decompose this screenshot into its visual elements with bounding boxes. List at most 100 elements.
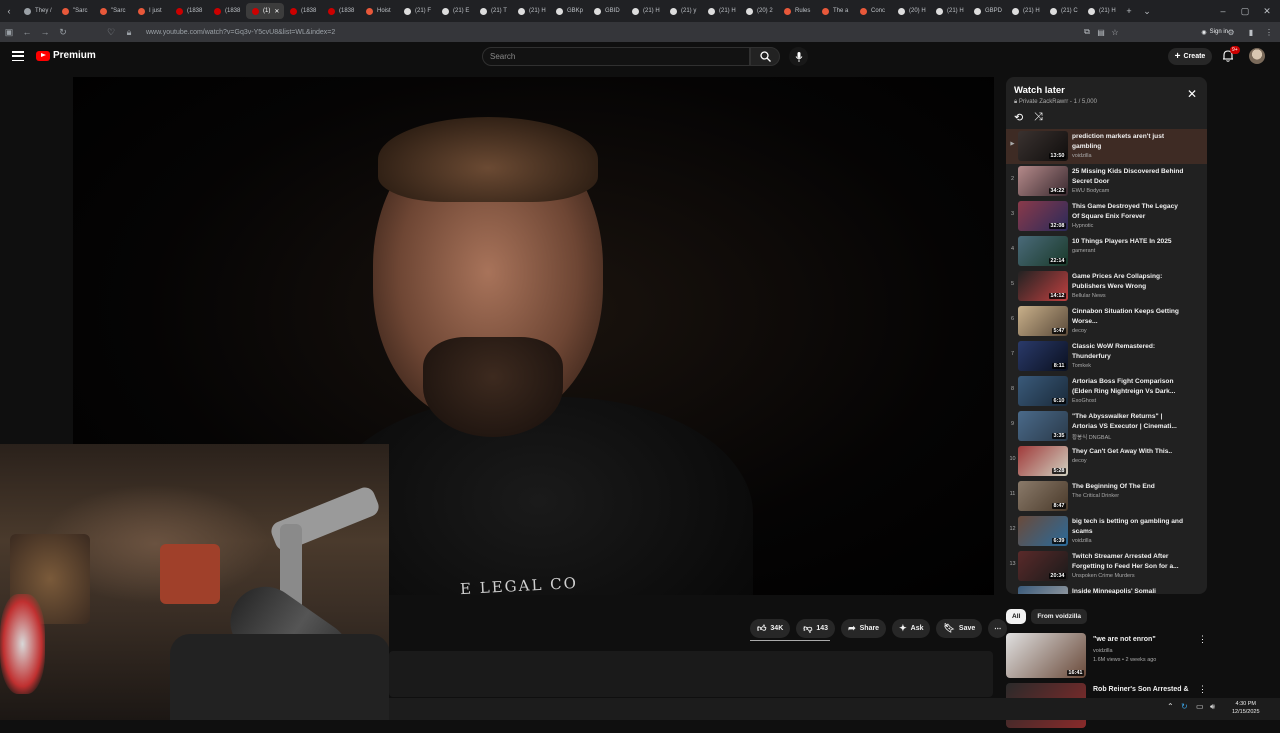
more-vertical-icon[interactable]: ⋮ — [1198, 684, 1207, 695]
browser-tab[interactable]: (21) H — [1082, 3, 1120, 19]
close-playlist-icon[interactable]: ✕ — [1187, 88, 1197, 100]
shuffle-icon[interactable]: ⤨ — [1034, 111, 1043, 124]
playlist-item[interactable]: 7 8:11 Classic WoW Remastered: Thunderfury… — [1006, 339, 1207, 374]
description-box[interactable] — [389, 651, 993, 697]
browser-tab[interactable]: (21) H — [930, 3, 968, 19]
browser-tab[interactable]: They / — [18, 3, 56, 19]
playlist-item[interactable]: 10 5:28 They Can't Get Away With This.. dec… — [1006, 444, 1207, 479]
browser-tab[interactable]: (1838 — [170, 3, 208, 19]
recommendation-item[interactable]: 16:41 "we are not enron" voidzilla 1.6M vie… — [1006, 633, 1214, 683]
ask-button[interactable]: ✦ Ask — [892, 619, 931, 638]
extension-badge-icon[interactable]: ▮ — [1244, 22, 1258, 42]
network-icon[interactable]: ▭ — [1196, 702, 1204, 711]
browser-tab[interactable]: "Sarc — [56, 3, 94, 19]
filter-chip[interactable]: From voidzilla — [1031, 609, 1088, 624]
hamburger-menu-icon[interactable] — [12, 51, 24, 61]
close-window-icon[interactable]: ✕ — [1256, 0, 1278, 22]
playlist-item[interactable]: 11 8:47 The Beginning Of The End The Critic… — [1006, 479, 1207, 514]
browser-tab[interactable]: (21) H — [626, 3, 664, 19]
browser-tab[interactable]: (21) H — [1006, 3, 1044, 19]
browser-tab[interactable]: (1838 — [322, 3, 360, 19]
maximize-icon[interactable]: ▢ — [1234, 0, 1256, 22]
dislike-button[interactable]: 👎︎ 143 — [796, 619, 836, 638]
playlist-item[interactable]: 8 6:10 Artorias Boss Fight Comparison (Eld… — [1006, 374, 1207, 409]
webcam-poster — [160, 544, 220, 604]
share-button[interactable]: ➦ Share — [841, 619, 887, 638]
system-clock[interactable]: 4:30 PM 12/15/2025 — [1232, 700, 1260, 716]
browser-tab[interactable]: (20) H — [892, 3, 930, 19]
browser-tab[interactable]: (21) C — [1044, 3, 1082, 19]
video-actions: 👍︎ 34K 👎︎ 143 ➦ Share ✦ Ask 🔖︎ Save ⋯ — [750, 619, 1008, 638]
browser-tab[interactable]: (21) E — [436, 3, 474, 19]
tab-favicon-icon — [176, 7, 183, 15]
like-button[interactable]: 👍︎ 34K — [750, 619, 791, 638]
browser-tab[interactable]: (21) T — [474, 3, 512, 19]
translate-icon[interactable]: ⧉ — [1080, 22, 1094, 42]
more-actions-button[interactable]: ⋯ — [988, 619, 1008, 638]
playlist-item[interactable]: 13 20:34 Twitch Streamer Arrested After Fo… — [1006, 549, 1207, 584]
playlist-item[interactable]: 4 22:14 10 Things Players HATE In 2025 game… — [1006, 234, 1207, 269]
tab-label: Hoist — [377, 8, 391, 14]
tab-list-icon[interactable]: ‹ — [0, 6, 18, 16]
playlist-item-thumbnail: 6:39 — [1018, 516, 1068, 546]
playlist-item[interactable]: ▶ 13:50 prediction markets aren't just gam… — [1006, 129, 1207, 164]
playlist-item[interactable]: 5 14:12 Game Prices Are Collapsing: Publis… — [1006, 269, 1207, 304]
playlist-item[interactable]: 3 32:08 This Game Destroyed The Legacy Of … — [1006, 199, 1207, 234]
tray-app-icon[interactable]: ↻ — [1181, 702, 1188, 711]
bookmark-star-icon[interactable]: ☆ — [1108, 22, 1122, 42]
back-icon[interactable]: ← — [18, 27, 36, 37]
more-vertical-icon[interactable]: ⋮ — [1198, 634, 1207, 645]
minimize-icon[interactable]: – — [1212, 0, 1234, 22]
browser-tab[interactable]: The a — [816, 3, 854, 19]
browser-tab[interactable]: Rules — [778, 3, 816, 19]
browser-tab[interactable]: GBID — [588, 3, 626, 19]
tab-search-icon[interactable]: ⌄ — [1138, 6, 1156, 17]
lock-icon[interactable]: 🔒︎ — [120, 27, 138, 38]
create-button[interactable]: + Create — [1168, 48, 1212, 65]
browser-tab[interactable]: I just — [132, 3, 170, 19]
playlist-item-channel: EWU Bodycam — [1072, 188, 1110, 194]
new-tab-button[interactable]: + — [1120, 6, 1138, 16]
loop-icon[interactable]: ⟲ — [1014, 111, 1023, 124]
playlist-item[interactable]: 6 5:47 Cinnabon Situation Keeps Getting Wo… — [1006, 304, 1207, 339]
save-button[interactable]: 🔖︎ Save — [936, 619, 983, 638]
filter-chip[interactable]: All — [1006, 609, 1027, 624]
sidebar-toggle-icon[interactable]: ▣ — [0, 27, 18, 38]
forward-icon[interactable]: → — [36, 27, 54, 37]
playlist-item[interactable]: 12 6:39 big tech is betting on gambling an… — [1006, 514, 1207, 549]
volume-icon[interactable]: 🔊︎ — [1210, 702, 1215, 712]
url-field[interactable]: www.youtube.com/watch?v=Gq3v-Y5cvU8&list… — [146, 29, 335, 36]
browser-tab[interactable]: (1) ✕ — [246, 3, 284, 19]
browser-tab[interactable]: (1838 — [208, 3, 246, 19]
reader-icon[interactable]: ▤ — [1094, 22, 1108, 42]
browser-tab[interactable]: Conc — [854, 3, 892, 19]
account-avatar[interactable] — [1249, 48, 1265, 64]
playlist-item[interactable]: 9 3:35 "The Abysswalker Returns" | Artoria… — [1006, 409, 1207, 444]
search-input[interactable]: Search — [482, 47, 750, 66]
playlist-item-duration: 6:10 — [1051, 398, 1066, 404]
page-info-icon[interactable]: ♡ — [102, 27, 120, 38]
playlist-title[interactable]: Watch later — [1014, 85, 1065, 96]
browser-menu-icon[interactable]: ⋮ — [1262, 22, 1276, 42]
playlist-item[interactable]: 14Inside Minneapolis' Somali Invasion — [1006, 584, 1207, 594]
extensions-icon[interactable]: ⚙ — [1224, 22, 1238, 42]
browser-tab[interactable]: (21) y — [664, 3, 702, 19]
browser-tab[interactable]: Hoist — [360, 3, 398, 19]
browser-tab[interactable]: GBKp — [550, 3, 588, 19]
search-button[interactable] — [750, 47, 780, 66]
tray-chevron-icon[interactable]: ⌃ — [1167, 702, 1174, 711]
voice-search-button[interactable] — [789, 47, 808, 66]
browser-tab[interactable]: GBPD — [968, 3, 1006, 19]
browser-tab[interactable]: (20) 2 — [740, 3, 778, 19]
reload-icon[interactable]: ↻ — [54, 27, 72, 38]
browser-tab[interactable]: (1838 — [284, 3, 322, 19]
youtube-logo[interactable]: Premium — [36, 50, 96, 61]
browser-tab[interactable]: (21) H — [702, 3, 740, 19]
browser-tab[interactable]: (21) H — [512, 3, 550, 19]
playlist-item-title: They Can't Get Away With This.. — [1072, 448, 1173, 455]
playlist-item[interactable]: 2 34:22 25 Missing Kids Discovered Behind … — [1006, 164, 1207, 199]
browser-tab[interactable]: "Sarc — [94, 3, 132, 19]
browser-tab[interactable]: (21) F — [398, 3, 436, 19]
close-tab-icon[interactable]: ✕ — [274, 8, 279, 15]
playlist-owner[interactable]: ZackRawrr — [1039, 99, 1068, 105]
